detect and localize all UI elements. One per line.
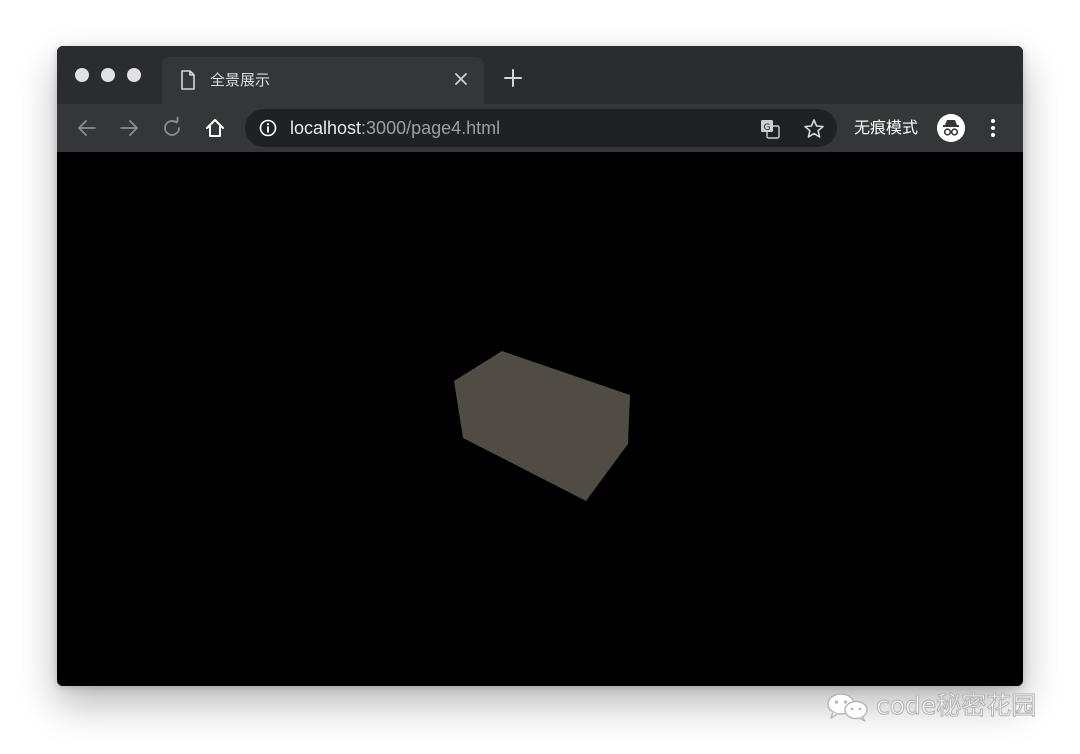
- watermark-text: code秘密花园: [875, 691, 1037, 720]
- more-vert-icon[interactable]: [985, 116, 1001, 140]
- close-window-button[interactable]: [75, 68, 89, 82]
- tab-active[interactable]: 全景展示: [162, 57, 484, 104]
- translate-icon[interactable]: G: [759, 118, 781, 140]
- incognito-label: 无痕模式: [854, 118, 919, 137]
- zoom-window-button[interactable]: [127, 68, 141, 82]
- svg-text:G: G: [764, 123, 771, 133]
- reload-icon[interactable]: [160, 116, 184, 140]
- title-bar: 全景展示: [57, 46, 1023, 104]
- forward-arrow-icon[interactable]: [117, 116, 141, 140]
- box-3d: [454, 351, 630, 501]
- incognito-icon[interactable]: [937, 114, 965, 142]
- back-arrow-icon[interactable]: [75, 116, 99, 140]
- page-icon: [181, 70, 195, 90]
- close-icon[interactable]: [452, 70, 470, 88]
- minimize-window-button[interactable]: [101, 68, 115, 82]
- plus-icon[interactable]: [501, 66, 525, 90]
- url-text: localhost:3000/page4.html: [290, 118, 500, 138]
- watermark: code秘密花园: [826, 688, 1056, 724]
- address-bar[interactable]: localhost:3000/page4.html G: [245, 109, 837, 147]
- panorama-canvas[interactable]: [57, 152, 1023, 686]
- page-viewport[interactable]: [57, 152, 1023, 686]
- tab-title: 全景展示: [210, 71, 271, 89]
- star-icon[interactable]: [803, 118, 825, 140]
- url-host: localhost: [290, 118, 362, 138]
- info-icon[interactable]: [259, 119, 277, 137]
- home-icon[interactable]: [203, 116, 227, 140]
- browser-window: 全景展示 localhost:3000/page4.html G 无痕模式: [57, 46, 1023, 686]
- url-path: :3000/page4.html: [361, 118, 501, 138]
- wechat-icon: [827, 693, 868, 722]
- toolbar: localhost:3000/page4.html G 无痕模式: [57, 104, 1023, 152]
